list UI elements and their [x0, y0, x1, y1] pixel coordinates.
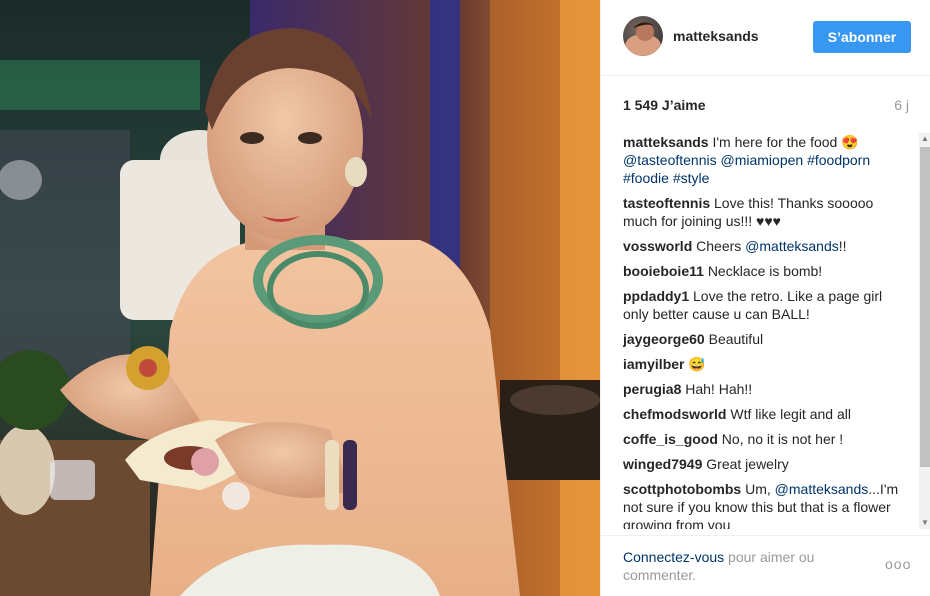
comment-mention[interactable]: @matteksands: [745, 238, 839, 254]
comment-username[interactable]: iamyilber: [623, 356, 684, 372]
comment-text: Wtf like legit and all: [730, 406, 851, 422]
comment-text-after: !!: [838, 238, 847, 254]
comment-item: iamyilber 😅: [623, 355, 907, 373]
comment-text: Hah! Hah!!: [685, 381, 753, 397]
comment-item: ppdaddy1 Love the retro. Like a page gir…: [623, 287, 907, 323]
comment-text: No, no it is not her !: [721, 431, 844, 447]
comment-text: Um,: [745, 481, 775, 497]
comment-item: perugia8 Hah! Hah!!: [623, 380, 907, 398]
comment-mention[interactable]: @matteksands: [775, 481, 869, 497]
comment-username[interactable]: tasteoftennis: [623, 195, 710, 211]
comment-item: booieboie11 Necklace is bomb!: [623, 262, 907, 280]
avatar-image: [625, 22, 661, 56]
comment-username[interactable]: chefmodsworld: [623, 406, 726, 422]
post-footer: Connectez-vous pour aimer ou commenter. …: [601, 535, 930, 596]
comment-item: scottphotobombs Um, @matteksands...I'm n…: [623, 480, 907, 529]
more-options-icon[interactable]: ooo: [885, 556, 911, 572]
comment-text: 😅: [688, 356, 706, 372]
avatar[interactable]: [623, 16, 663, 56]
scroll-down-icon[interactable]: ▼: [919, 517, 930, 529]
comment-item: vossworld Cheers @matteksands!!: [623, 237, 907, 255]
comment-text: I'm here for the food 😍: [712, 134, 859, 150]
comment-item: jaygeorge60 Beautiful: [623, 330, 907, 348]
comment-item: chefmodsworld Wtf like legit and all: [623, 405, 907, 423]
comment-username[interactable]: vossworld: [623, 238, 692, 254]
comment-text: Cheers: [696, 238, 746, 254]
comment-item: tasteoftennis Love this! Thanks sooooo m…: [623, 194, 907, 230]
comment-username[interactable]: jaygeorge60: [623, 331, 705, 347]
comment-text: Great jewelry: [706, 456, 789, 472]
follow-button[interactable]: S’abonner: [813, 21, 911, 53]
instagram-post-modal: matteksands S’abonner 1 549 J’aime 6 j m…: [0, 0, 930, 596]
post-sidebar: matteksands S’abonner 1 549 J’aime 6 j m…: [600, 0, 930, 596]
caption-tags[interactable]: @tasteoftennis @miamiopen #foodporn #foo…: [623, 152, 870, 186]
post-age[interactable]: 6 j: [894, 97, 909, 113]
login-link[interactable]: Connectez-vous: [623, 549, 724, 565]
comment-caption: matteksands I'm here for the food 😍 @tas…: [623, 133, 907, 187]
comment-username[interactable]: scottphotobombs: [623, 481, 741, 497]
post-photo[interactable]: [0, 0, 600, 596]
comment-username[interactable]: matteksands: [623, 134, 709, 150]
comment-username[interactable]: perugia8: [623, 381, 681, 397]
comment-username[interactable]: ppdaddy1: [623, 288, 689, 304]
comment-text: Necklace is bomb!: [707, 263, 823, 279]
comment-username[interactable]: coffe_is_good: [623, 431, 718, 447]
login-prompt: Connectez-vous pour aimer ou commenter.: [623, 548, 853, 584]
scroll-up-icon[interactable]: ▲: [919, 133, 930, 145]
comments-scrollbar[interactable]: ▲ ▼: [919, 133, 930, 529]
comment-item: coffe_is_good No, no it is not her !: [623, 430, 907, 448]
post-header: matteksands S’abonner: [601, 0, 930, 76]
comment-username[interactable]: booieboie11: [623, 263, 704, 279]
scrollbar-thumb[interactable]: [920, 147, 930, 467]
photo-illustration: [0, 0, 600, 596]
comment-username[interactable]: winged7949: [623, 456, 702, 472]
comments-list: matteksands I'm here for the food 😍 @tas…: [623, 133, 907, 529]
comment-text: Beautiful: [708, 331, 764, 347]
post-username[interactable]: matteksands: [673, 28, 759, 44]
likes-count[interactable]: 1 549 J’aime: [623, 97, 706, 113]
comment-item: winged7949 Great jewelry: [623, 455, 907, 473]
